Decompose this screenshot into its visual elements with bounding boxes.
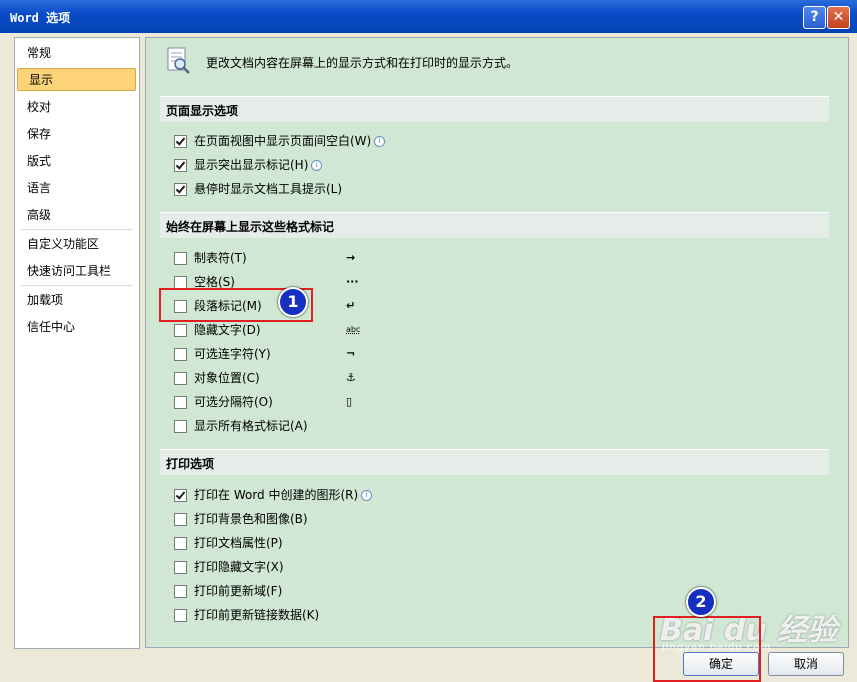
cancel-button[interactable]: 取消 [768,652,844,676]
section-formatting-marks: 始终在屏幕上显示这些格式标记 [160,212,829,238]
nav-item-display[interactable]: 显示 [17,68,136,91]
options-nav: 常规 显示 校对 保存 版式 语言 高级 自定义功能区 快速访问工具栏 加载项 … [14,37,140,649]
checkbox[interactable] [174,324,187,337]
section-title: 始终在屏幕上显示这些格式标记 [166,220,335,234]
option-label: 打印前更新链接数据(K) [194,608,320,622]
checkbox[interactable] [174,252,187,265]
space-mark-icon: ··· [346,275,359,288]
nav-divider [21,285,133,286]
display-options-panel: 更改文档内容在屏幕上的显示方式和在打印时的显示方式。 页面显示选项 在页面视图中… [145,37,849,648]
nav-item-customize-ribbon[interactable]: 自定义功能区 [16,233,136,256]
nav-item-advanced[interactable]: 高级 [16,204,136,227]
document-magnifier-icon [167,47,190,74]
window-title: Word 选项 [10,11,71,25]
checkbox[interactable] [174,585,187,598]
checkbox[interactable] [174,348,187,361]
nav-item-save[interactable]: 保存 [16,123,136,146]
checkbox[interactable] [174,159,187,172]
option-label: 打印在 Word 中创建的图形(R) [194,488,359,502]
option-label: 在页面视图中显示页面间空白(W) [194,134,372,148]
option-label: 打印文档属性(P) [194,536,283,550]
step-badge-1: 1 [278,287,308,317]
hidden-text-icon: abc [346,325,361,334]
title-bar: Word 选项 ? ✕ [0,0,857,33]
checkbox[interactable] [174,183,187,196]
option-label: 隐藏文字(D) [194,323,261,337]
checkbox[interactable] [174,489,187,502]
optional-break-icon: ▯ [346,395,353,408]
panel-description: 更改文档内容在屏幕上的显示方式和在打印时的显示方式。 [206,56,519,70]
nav-item-general[interactable]: 常规 [16,42,136,65]
checkbox[interactable] [174,513,187,526]
option-label: 显示突出显示标记(H) [194,158,309,172]
option-label: 可选分隔符(O) [194,395,273,409]
section-print: 打印选项 [160,449,829,475]
option-label: 制表符(T) [194,251,247,265]
paragraph-mark-icon: ↵ [346,299,356,312]
nav-item-trust-center[interactable]: 信任中心 [16,316,136,339]
checkbox[interactable] [174,135,187,148]
checkbox[interactable] [174,537,187,550]
close-button[interactable]: ✕ [827,6,850,29]
nav-item-typography[interactable]: 版式 [16,150,136,173]
option-label: 可选连字符(Y) [194,347,271,361]
section-title: 打印选项 [166,457,215,471]
checkbox[interactable] [174,372,187,385]
option-label: 显示所有格式标记(A) [194,419,308,433]
nav-item-language[interactable]: 语言 [16,177,136,200]
info-icon: i [311,160,323,171]
section-page-display: 页面显示选项 [160,96,829,122]
checkbox[interactable] [174,420,187,433]
nav-item-proofing[interactable]: 校对 [16,96,136,119]
option-label: 打印背景色和图像(B) [194,512,308,526]
optional-hyphen-icon: ¬ [346,347,356,360]
step-badge-2: 2 [686,587,716,617]
option-label: 悬停时显示文档工具提示(L) [194,182,343,196]
checkbox[interactable] [174,561,187,574]
anchor-icon: ⚓ [346,371,356,384]
checkbox[interactable] [174,609,187,622]
info-icon: i [374,136,386,147]
checkbox[interactable] [174,396,187,409]
option-label: 对象位置(C) [194,371,260,385]
nav-item-addins[interactable]: 加载项 [16,289,136,312]
tab-mark-icon: → [346,251,356,264]
annotation-highlight-ok [653,616,761,682]
option-label: 打印隐藏文字(X) [194,560,284,574]
nav-item-quick-access-toolbar[interactable]: 快速访问工具栏 [16,260,136,283]
option-label: 打印前更新域(F) [194,584,283,598]
section-title: 页面显示选项 [166,104,239,118]
nav-divider [21,229,133,230]
info-icon: i [361,490,373,501]
help-button[interactable]: ? [803,6,826,29]
